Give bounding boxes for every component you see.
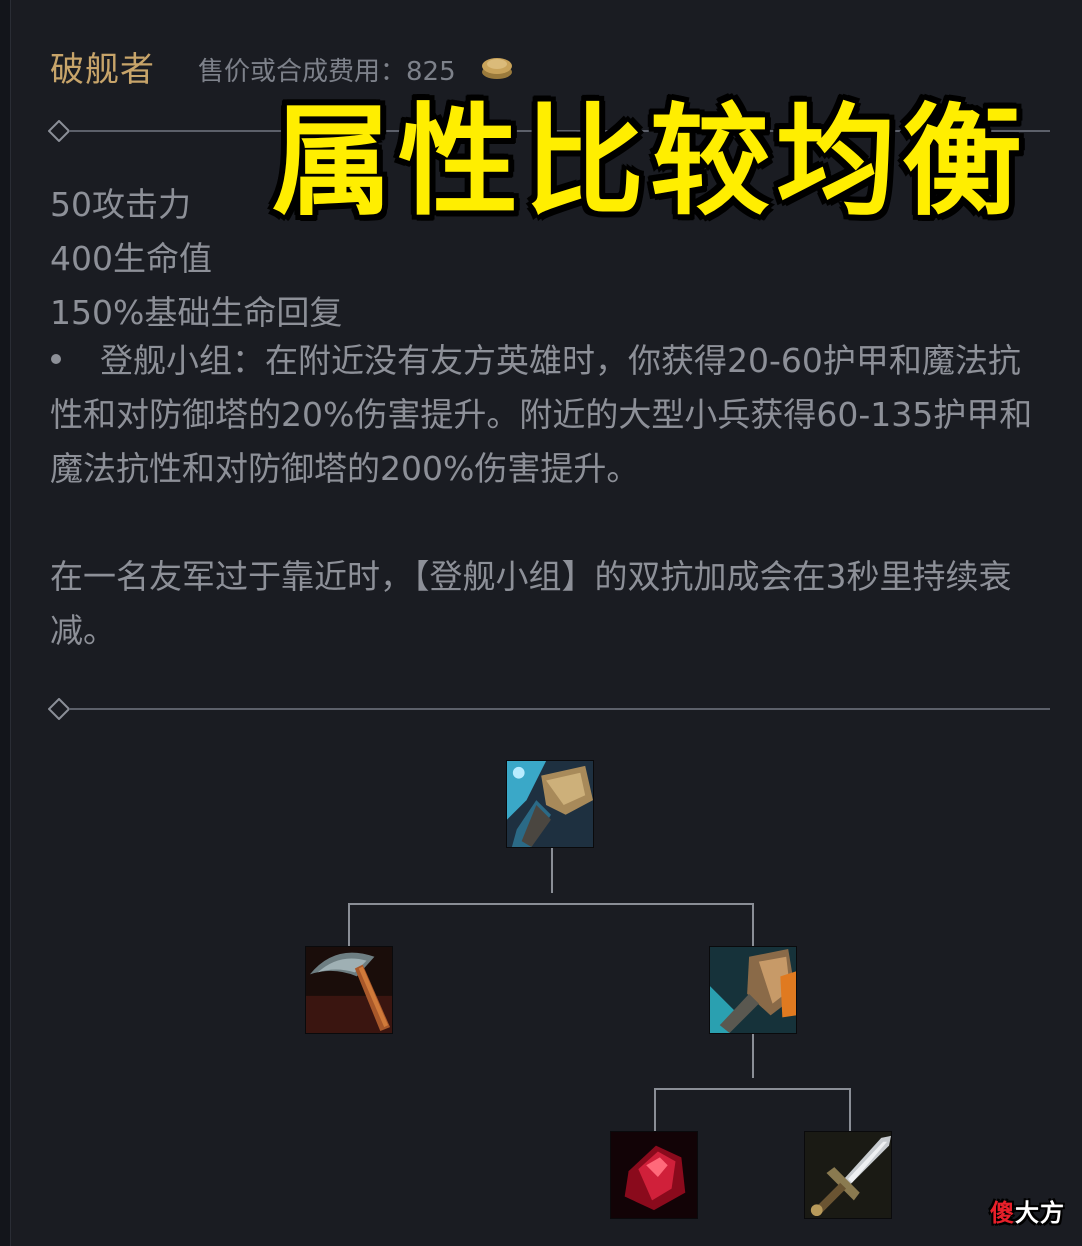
recipe-root-item[interactable]	[506, 760, 594, 848]
watermark: 傻大方	[990, 1199, 1065, 1227]
jaurim-fist-icon	[710, 947, 796, 1033]
stat-attack-damage: 50攻击力	[50, 185, 191, 224]
cost-value: 825	[406, 57, 456, 87]
hullbreaker-icon	[507, 761, 593, 847]
overlay-caption: 属性比较均衡	[272, 93, 1028, 232]
ruby-crystal-icon	[611, 1132, 697, 1218]
recipe-item-ruby-crystal[interactable]	[610, 1131, 698, 1219]
recipe-item-jaurim-fist[interactable]	[709, 946, 797, 1034]
long-sword-icon	[805, 1132, 891, 1218]
recipe-item-pickaxe[interactable]	[305, 946, 393, 1034]
divider-bottom	[48, 698, 1050, 720]
item-name: 破舰者	[50, 50, 155, 90]
passive-description: 登舰小组：在附近没有友方英雄时，你获得20-60护甲和魔法抗性和对防御塔的20%…	[50, 341, 1033, 488]
pickaxe-icon	[306, 947, 392, 1033]
cost-label: 售价或合成费用：	[198, 57, 407, 87]
stat-health-regen: 150%基础生命回复	[50, 293, 343, 332]
passive-decay-note: 在一名友军过于靠近时，【登舰小组】的双抗加成会在3秒里持续衰减。	[50, 557, 1012, 650]
recipe-item-long-sword[interactable]	[804, 1131, 892, 1219]
stat-health: 400生命值	[50, 239, 212, 278]
cost-text: 售价或合成费用：825	[198, 51, 456, 88]
gold-coin-icon	[482, 58, 512, 79]
